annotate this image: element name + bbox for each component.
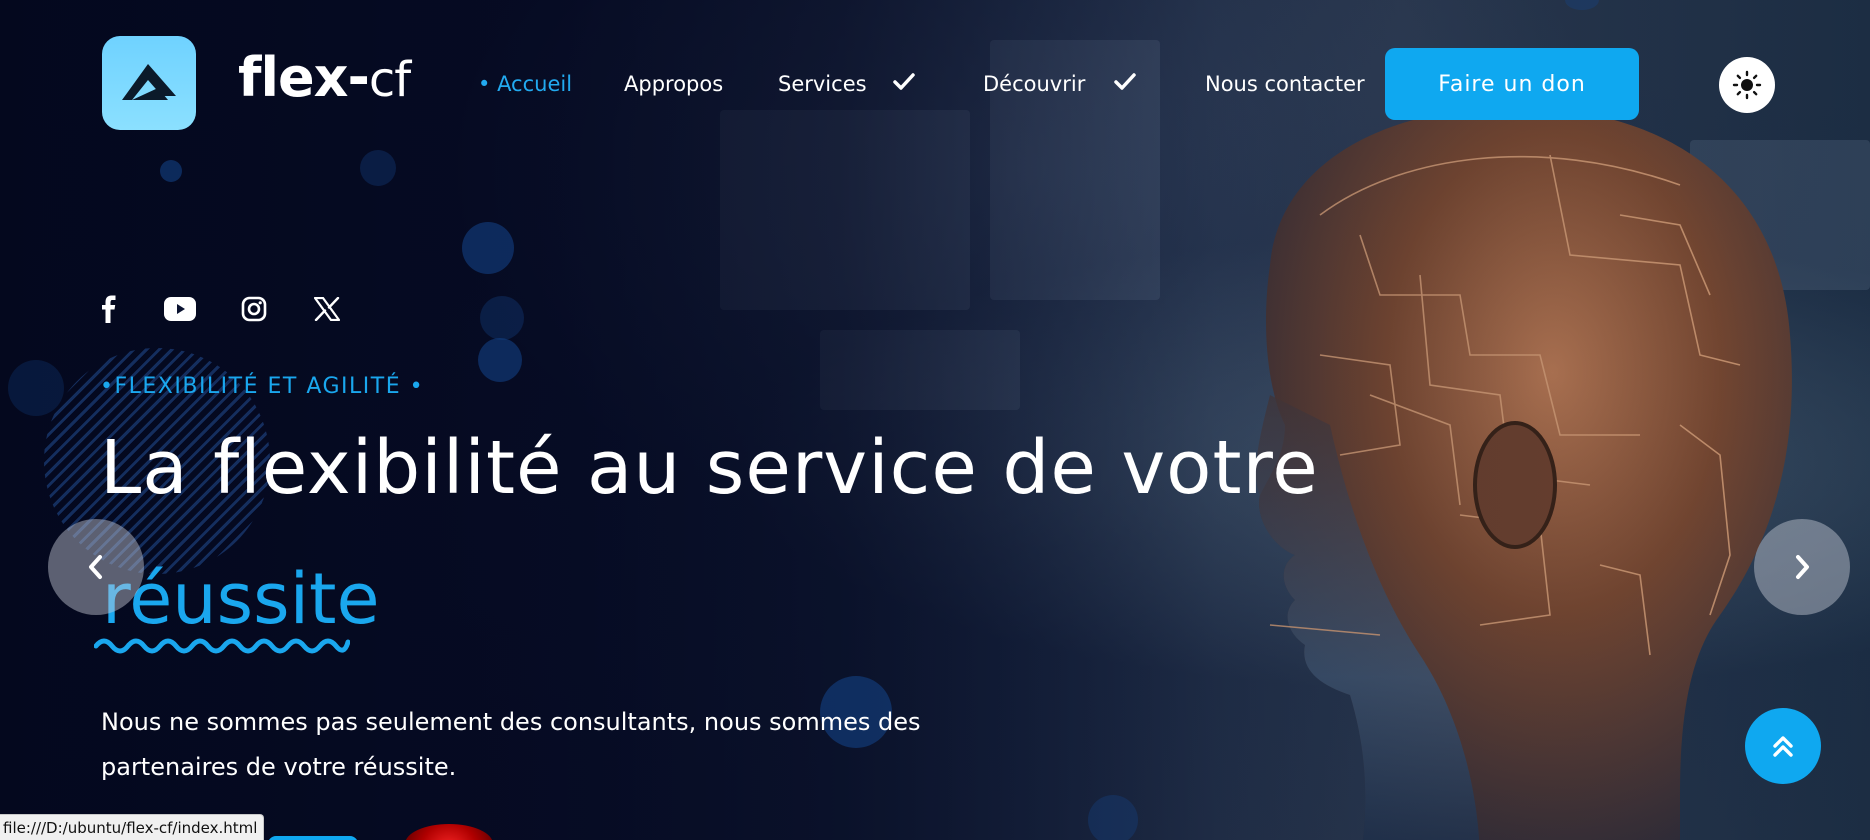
facebook-icon bbox=[102, 295, 116, 323]
logo-mark-icon bbox=[122, 64, 176, 100]
wave-underline bbox=[94, 638, 350, 654]
decorative-bubble bbox=[480, 296, 524, 340]
x-icon bbox=[314, 297, 340, 321]
brand-main: flex bbox=[238, 46, 348, 109]
browser-status-bar: file:///D:/ubuntu/flex-cf/index.html bbox=[0, 814, 265, 840]
decorative-bubble bbox=[1088, 795, 1138, 840]
chevron-right-icon bbox=[1796, 555, 1809, 579]
youtube-link[interactable] bbox=[162, 292, 198, 326]
youtube-icon bbox=[164, 297, 196, 321]
brand-name[interactable]: flex-cf bbox=[238, 46, 411, 109]
theme-toggle-button[interactable] bbox=[1719, 57, 1775, 113]
nav-item-services[interactable]: Services bbox=[778, 72, 867, 96]
decorative-bubble bbox=[478, 338, 522, 382]
hero-headline: La flexibilité au service de votre bbox=[100, 425, 1319, 511]
hero-description: Nous ne sommes pas seulement des consult… bbox=[101, 708, 921, 781]
nav-item-accueil[interactable]: • Accueil bbox=[478, 72, 572, 96]
decorative-bubble bbox=[160, 160, 182, 182]
decorative-bubble bbox=[462, 222, 514, 274]
instagram-icon bbox=[241, 296, 267, 322]
donate-button[interactable]: Faire un don bbox=[1385, 48, 1639, 120]
play-video-button[interactable] bbox=[405, 824, 493, 840]
chevron-down-icon[interactable] bbox=[891, 70, 917, 94]
nav-item-decouvrir[interactable]: Découvrir bbox=[983, 72, 1085, 96]
x-link[interactable] bbox=[310, 292, 344, 326]
nav-item-label: Accueil bbox=[497, 72, 573, 96]
sun-icon bbox=[1732, 70, 1762, 100]
nav-item-appropos[interactable]: Appropos bbox=[624, 72, 723, 96]
carousel-next-button[interactable] bbox=[1754, 519, 1850, 615]
brand-suffix: cf bbox=[368, 52, 411, 108]
double-chevron-up-icon bbox=[1773, 736, 1793, 757]
nav-item-nous-contacter[interactable]: Nous contacter bbox=[1205, 72, 1365, 96]
brand-dash: - bbox=[347, 46, 369, 109]
logo[interactable] bbox=[102, 36, 196, 130]
facebook-link[interactable] bbox=[92, 292, 126, 326]
scroll-to-top-button[interactable] bbox=[1745, 708, 1821, 784]
background-sign bbox=[720, 110, 970, 310]
decorative-bubble bbox=[8, 360, 64, 416]
chevron-left-icon bbox=[89, 555, 102, 579]
page: flex-cf • Accueil Appropos Services Déco… bbox=[0, 0, 1870, 840]
instagram-link[interactable] bbox=[237, 292, 271, 326]
hero-eyebrow: •FLEXIBILITÉ ET AGILITÉ • bbox=[100, 374, 425, 399]
background-sign bbox=[820, 330, 1020, 410]
carousel-prev-button[interactable] bbox=[48, 519, 144, 615]
decorative-bubble bbox=[1565, 0, 1599, 10]
chevron-down-icon[interactable] bbox=[1112, 70, 1138, 94]
decorative-bubble bbox=[360, 150, 396, 186]
primary-action-button[interactable] bbox=[268, 836, 358, 840]
